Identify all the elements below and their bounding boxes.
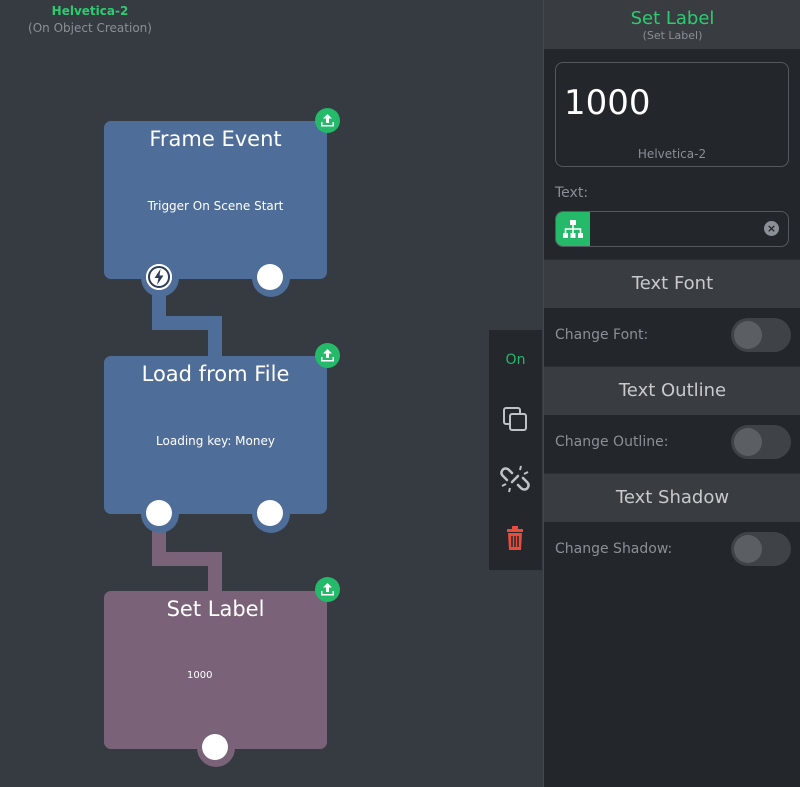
section-heading: Text Font <box>631 273 714 294</box>
node-title: Load from File <box>141 362 290 386</box>
wire-load-to-set-v2 <box>208 552 222 594</box>
text-input[interactable]: × <box>555 211 789 247</box>
node-title: Frame Event <box>149 127 282 151</box>
export-icon[interactable] <box>315 343 340 368</box>
unlink-icon[interactable] <box>500 464 530 494</box>
object-name: Helvetica-2 <box>51 4 129 18</box>
change-outline-label: Change Outline: <box>555 434 669 450</box>
node-toolbar: On <box>489 330 542 570</box>
properties-panel: Set Label (Set Label) 1000 Helvetica-2 T… <box>543 0 800 787</box>
panel-title: Set Label <box>630 8 715 29</box>
export-icon[interactable] <box>315 108 340 133</box>
hierarchy-icon[interactable] <box>556 212 590 246</box>
label-preview: 1000 Helvetica-2 <box>555 62 789 167</box>
node-set-label[interactable]: Set Label 1000 <box>104 591 327 749</box>
output-port-left[interactable] <box>141 495 179 533</box>
preview-text: 1000 <box>564 83 651 123</box>
change-outline-toggle[interactable] <box>731 425 791 459</box>
change-shadow-toggle[interactable] <box>731 532 791 566</box>
change-font-toggle[interactable] <box>731 318 791 352</box>
clear-icon[interactable]: × <box>764 221 779 236</box>
output-port[interactable] <box>252 259 290 297</box>
node-description: Loading key: Money <box>156 434 275 448</box>
export-icon[interactable] <box>315 577 340 602</box>
section-text-shadow: Text Shadow <box>544 473 800 522</box>
trash-icon[interactable] <box>500 523 530 553</box>
node-frame-event[interactable]: Frame Event Trigger On Scene Start <box>104 121 327 279</box>
section-text-outline: Text Outline <box>544 366 800 415</box>
trigger-port[interactable] <box>141 259 179 297</box>
preview-caption: Helvetica-2 <box>637 147 707 161</box>
object-event: (On Object Creation) <box>28 21 152 35</box>
section-heading: Text Outline <box>618 380 727 401</box>
change-shadow-label: Change Shadow: <box>555 541 673 557</box>
panel-header: Set Label (Set Label) <box>544 0 800 49</box>
lightning-icon <box>146 264 172 290</box>
output-port[interactable] <box>197 729 235 767</box>
enabled-toggle[interactable]: On <box>489 352 542 368</box>
output-port-right[interactable] <box>252 495 290 533</box>
panel-subtitle: (Set Label) <box>642 29 703 42</box>
change-font-label: Change Font: <box>555 327 649 343</box>
node-description: 1000 <box>187 670 213 681</box>
section-heading: Text Shadow <box>615 487 730 508</box>
node-load-from-file[interactable]: Load from File Loading key: Money <box>104 356 327 514</box>
node-description: Trigger On Scene Start <box>147 199 284 213</box>
section-text-font: Text Font <box>544 259 800 308</box>
text-label: Text: <box>555 185 589 201</box>
node-title: Set Label <box>166 597 265 621</box>
wire-frame-to-load-v2 <box>208 316 222 358</box>
duplicate-icon[interactable] <box>500 404 530 434</box>
graph-canvas[interactable]: Helvetica-2 (On Object Creation) Frame E… <box>0 0 543 787</box>
